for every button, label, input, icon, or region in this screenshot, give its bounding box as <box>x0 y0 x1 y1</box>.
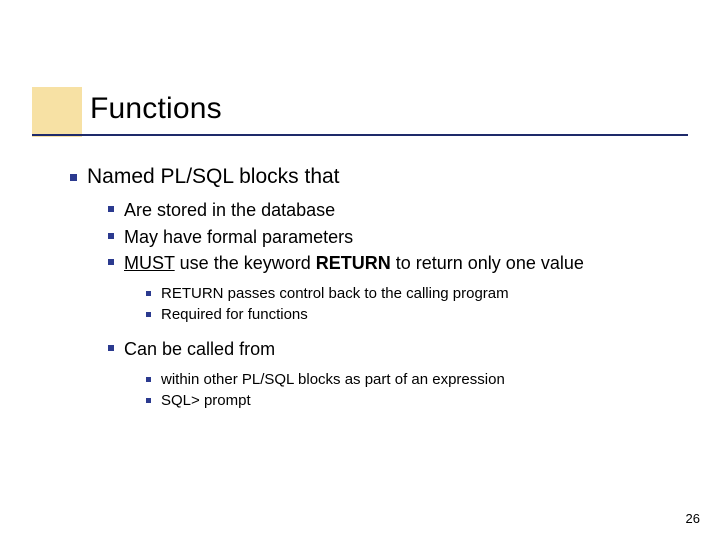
square-bullet-icon <box>146 398 151 403</box>
bullet-text: Can be called from <box>124 338 680 361</box>
bullet-level2: Can be called from <box>108 338 680 361</box>
bullet-text: Are stored in the database <box>124 199 680 222</box>
square-bullet-icon <box>146 291 151 296</box>
accent-square <box>32 87 82 137</box>
square-bullet-icon <box>146 312 151 317</box>
bullet-text: RETURN passes control back to the callin… <box>161 285 680 304</box>
bullet-text: SQL> prompt <box>161 392 680 411</box>
bullet-level3: within other PL/SQL blocks as part of an… <box>146 371 680 390</box>
bullet-text: within other PL/SQL blocks as part of an… <box>161 371 680 390</box>
title-underline <box>32 134 688 136</box>
slide-title: Functions <box>90 92 222 126</box>
bullet-level3: RETURN passes control back to the callin… <box>146 285 680 304</box>
bullet-level2: May have formal parameters <box>108 226 680 249</box>
bullet-text: Required for functions <box>161 306 680 325</box>
bullet-text: MUST use the keyword RETURN to return on… <box>124 252 680 275</box>
square-bullet-icon <box>108 233 114 239</box>
page-number: 26 <box>686 511 700 526</box>
square-bullet-icon <box>146 377 151 382</box>
bullet-text: Named PL/SQL blocks that <box>87 165 680 189</box>
square-bullet-icon <box>108 345 114 351</box>
bullet-level3: Required for functions <box>146 306 680 325</box>
content-area: Named PL/SQL blocks that Are stored in t… <box>70 165 680 414</box>
bullet-text: May have formal parameters <box>124 226 680 249</box>
bullet-level2: Are stored in the database <box>108 199 680 222</box>
square-bullet-icon <box>70 174 77 181</box>
square-bullet-icon <box>108 259 114 265</box>
bullet-level1: Named PL/SQL blocks that <box>70 165 680 189</box>
bullet-level3: SQL> prompt <box>146 392 680 411</box>
square-bullet-icon <box>108 206 114 212</box>
bullet-level2: MUST use the keyword RETURN to return on… <box>108 252 680 275</box>
